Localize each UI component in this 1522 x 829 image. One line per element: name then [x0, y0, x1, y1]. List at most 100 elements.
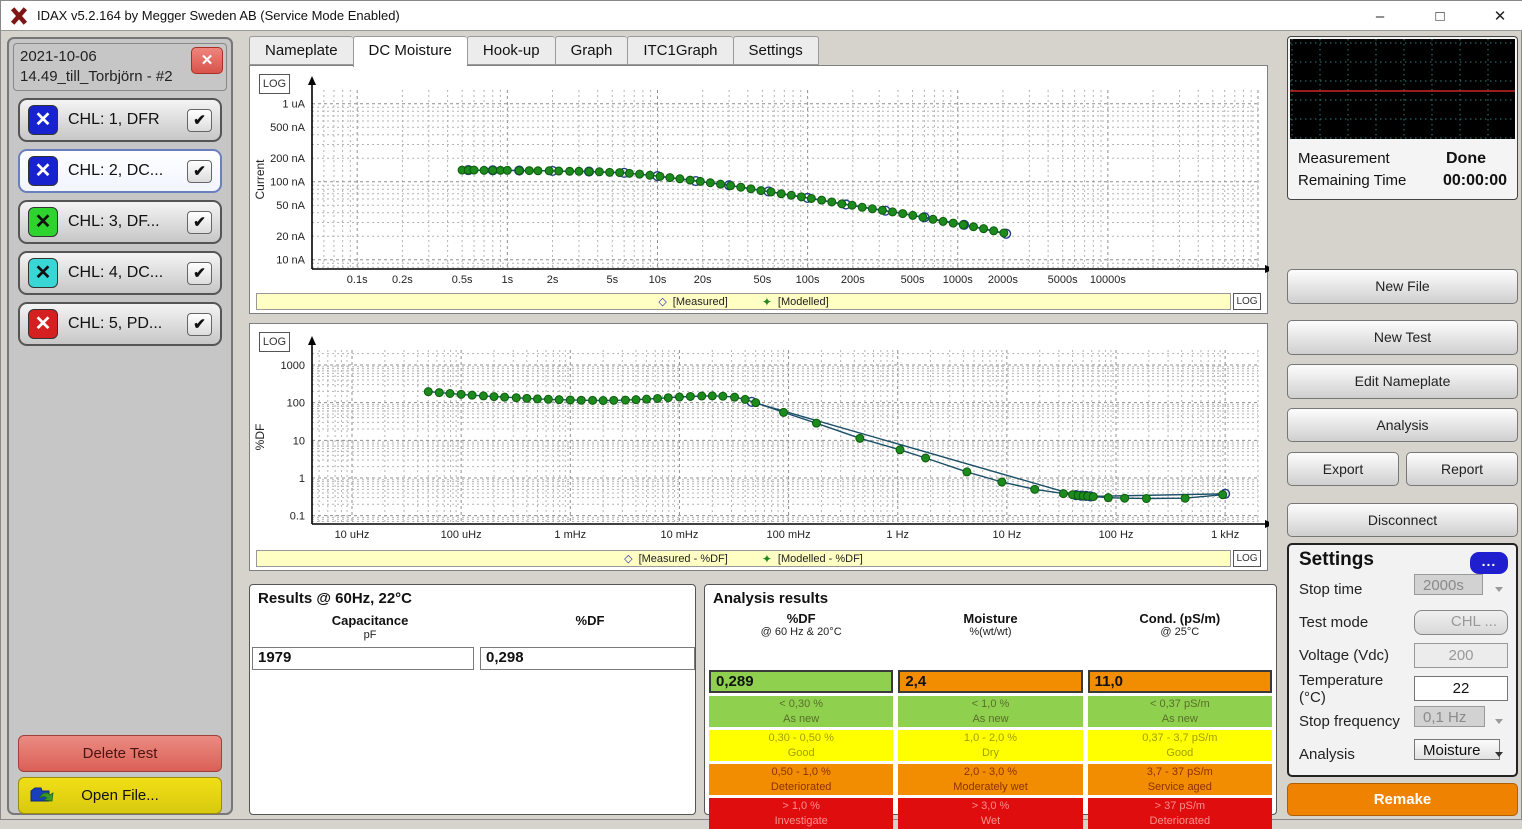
edit-nameplate-button[interactable]: Edit Nameplate — [1287, 364, 1518, 399]
disconnect-button[interactable]: Disconnect — [1287, 503, 1518, 537]
stop-frequency-label: Stop frequency — [1299, 713, 1414, 730]
df-col-header: %DF — [709, 611, 893, 626]
moisture-rating-dry: 1,0 - 2,0 %Dry — [898, 730, 1082, 761]
channel-3-checkbox[interactable]: ✔ — [187, 211, 212, 234]
svg-text:1000: 1000 — [281, 360, 305, 372]
maximize-button[interactable]: □ — [1425, 8, 1455, 25]
report-button[interactable]: Report — [1406, 452, 1518, 486]
test-date: 2021-10-06 — [20, 47, 220, 67]
svg-text:2000s: 2000s — [988, 274, 1018, 286]
analysis-results-panel: Analysis results %DF @ 60 Hz & 20°C 0,28… — [704, 584, 1277, 815]
open-file-button[interactable]: Open File... — [18, 777, 222, 814]
measurement-label: Measurement — [1298, 150, 1446, 168]
minimize-button[interactable]: – — [1365, 8, 1395, 25]
analysis-button[interactable]: Analysis — [1287, 408, 1518, 442]
channel-5-checkbox[interactable]: ✔ — [187, 313, 212, 336]
channel-3-icon: ✕ — [28, 207, 58, 237]
svg-text:50s: 50s — [754, 274, 772, 286]
test-mode-button[interactable]: CHL ... — [1414, 610, 1508, 635]
chart2-legend-measured: [Measured - %DF] — [639, 553, 728, 565]
analysis-column-moisture: Moisture %(wt/wt) 2,4 < 1,0 %As new 1,0 … — [898, 611, 1082, 829]
channel-row-3[interactable]: ✕ CHL: 3, DF... ✔ — [18, 200, 222, 244]
modelled-df-marker-icon: ✦ — [762, 552, 772, 566]
channel-4-label: CHL: 4, DC... — [58, 264, 187, 282]
svg-text:100 uHz: 100 uHz — [441, 529, 482, 541]
temperature-input[interactable] — [1414, 676, 1508, 701]
svg-text:100 mHz: 100 mHz — [767, 529, 811, 541]
svg-text:200 nA: 200 nA — [270, 153, 306, 165]
measured-marker-icon: ◇ — [658, 295, 666, 308]
channel-row-1[interactable]: ✕ CHL: 1, DFR ✔ — [18, 98, 222, 142]
stop-time-select[interactable]: 2000s — [1414, 574, 1483, 595]
df-col-sub: @ 60 Hz & 20°C — [709, 626, 893, 638]
tab-settings[interactable]: Settings — [733, 36, 819, 65]
svg-text:2s: 2s — [547, 274, 559, 286]
close-button[interactable]: ✕ — [1485, 7, 1515, 25]
analysis-type-label: Analysis — [1299, 746, 1414, 763]
stop-frequency-select[interactable]: 0,1 Hz — [1414, 706, 1485, 727]
chart1-legend-log-button[interactable]: LOG — [1233, 293, 1261, 310]
measurement-monitor: Measurement Done Remaining Time 00:00:00 — [1287, 36, 1518, 200]
window-title: IDAX v5.2.164 by Megger Sweden AB (Servi… — [37, 8, 400, 23]
tab-dc-moisture[interactable]: DC Moisture — [353, 36, 467, 67]
remaining-time-value: 00:00:00 — [1443, 172, 1507, 190]
svg-text:20 nA: 20 nA — [276, 231, 305, 243]
tab-nameplate[interactable]: Nameplate — [249, 36, 353, 65]
svg-text:1 Hz: 1 Hz — [886, 529, 909, 541]
df-rating-deteriorated: 0,50 - 1,0 %Deteriorated — [709, 764, 893, 795]
remake-button[interactable]: Remake — [1287, 783, 1518, 816]
svg-text:10s: 10s — [649, 274, 667, 286]
chart2-legend-log-button[interactable]: LOG — [1233, 550, 1261, 567]
channel-2-checkbox[interactable]: ✔ — [187, 160, 212, 183]
tab-graph[interactable]: Graph — [555, 36, 628, 65]
channel-1-checkbox[interactable]: ✔ — [187, 109, 212, 132]
voltage-input[interactable] — [1414, 643, 1508, 668]
svg-text:0.1s: 0.1s — [347, 274, 368, 286]
close-test-button[interactable]: ✕ — [191, 47, 223, 74]
new-file-button[interactable]: New File — [1287, 269, 1518, 304]
idax-logo-icon — [9, 6, 29, 26]
svg-text:1 uA: 1 uA — [282, 99, 305, 111]
analysis-type-select[interactable]: Moisture — [1414, 739, 1500, 760]
results-panel: Results @ 60Hz, 22°C Capacitance pF %DF … — [249, 584, 696, 815]
modelled-marker-icon: ✦ — [762, 295, 772, 309]
channel-4-checkbox[interactable]: ✔ — [187, 262, 212, 285]
svg-text:10: 10 — [293, 435, 305, 447]
channel-row-4[interactable]: ✕ CHL: 4, DC... ✔ — [18, 251, 222, 295]
svg-text:50 nA: 50 nA — [276, 200, 305, 212]
svg-text:0.1: 0.1 — [290, 511, 305, 523]
chart2-legend-modelled: [Modelled - %DF] — [778, 553, 863, 565]
channel-row-5[interactable]: ✕ CHL: 5, PD... ✔ — [18, 302, 222, 346]
svg-text:0.5s: 0.5s — [452, 274, 473, 286]
cond-rating-good: 0,37 - 3,7 pS/mGood — [1088, 730, 1272, 761]
delete-test-button[interactable]: Delete Test — [18, 735, 222, 772]
settings-more-button[interactable]: ... — [1470, 552, 1508, 574]
export-button[interactable]: Export — [1287, 452, 1399, 486]
channel-row-2[interactable]: ✕ CHL: 2, DC... ✔ — [18, 149, 222, 193]
cond-rating-as-new: < 0,37 pS/mAs new — [1088, 696, 1272, 727]
cond-col-sub: @ 25°C — [1088, 626, 1272, 638]
cond-rating-service-aged: 3,7 - 37 pS/mService aged — [1088, 764, 1272, 795]
new-test-button[interactable]: New Test — [1287, 320, 1518, 355]
moisture-rating-as-new: < 1,0 %As new — [898, 696, 1082, 727]
svg-text:10 uHz: 10 uHz — [335, 529, 370, 541]
svg-text:100 nA: 100 nA — [270, 177, 306, 189]
test-mode-label: Test mode — [1299, 614, 1414, 631]
tab-hook-up[interactable]: Hook-up — [467, 36, 555, 65]
chevron-down-icon — [1495, 752, 1503, 757]
chart1-legend-modelled: [Modelled] — [778, 296, 829, 308]
current-chart-plot: 0.1s0.2s0.5s1s2s5s10s20s50s100s200s500s1… — [250, 66, 1269, 291]
channel-1-icon: ✕ — [28, 105, 58, 135]
svg-text:Current: Current — [253, 159, 267, 200]
df-rating-as-new: < 0,30 %As new — [709, 696, 893, 727]
chart2-log-scale-button[interactable]: LOG — [259, 332, 290, 352]
df-analysis-value: 0,289 — [709, 670, 893, 693]
df-rating-investigate: > 1,0 %Investigate — [709, 798, 893, 829]
analysis-column-conductivity: Cond. (pS/m) @ 25°C 11,0 < 0,37 pS/mAs n… — [1088, 611, 1272, 829]
df-chart-plot: 10 uHz100 uHz1 mHz10 mHz100 mHz1 Hz10 Hz… — [250, 324, 1269, 546]
svg-text:100: 100 — [287, 398, 305, 410]
chart1-legend: ◇ [Measured] ✦ [Modelled] — [256, 293, 1231, 310]
chart1-log-scale-button[interactable]: LOG — [259, 74, 290, 94]
test-header: 2021-10-06 14.49_till_Torbjörn - #2 ✕ — [13, 43, 227, 91]
tab-itc1graph[interactable]: ITC1Graph — [627, 36, 732, 65]
